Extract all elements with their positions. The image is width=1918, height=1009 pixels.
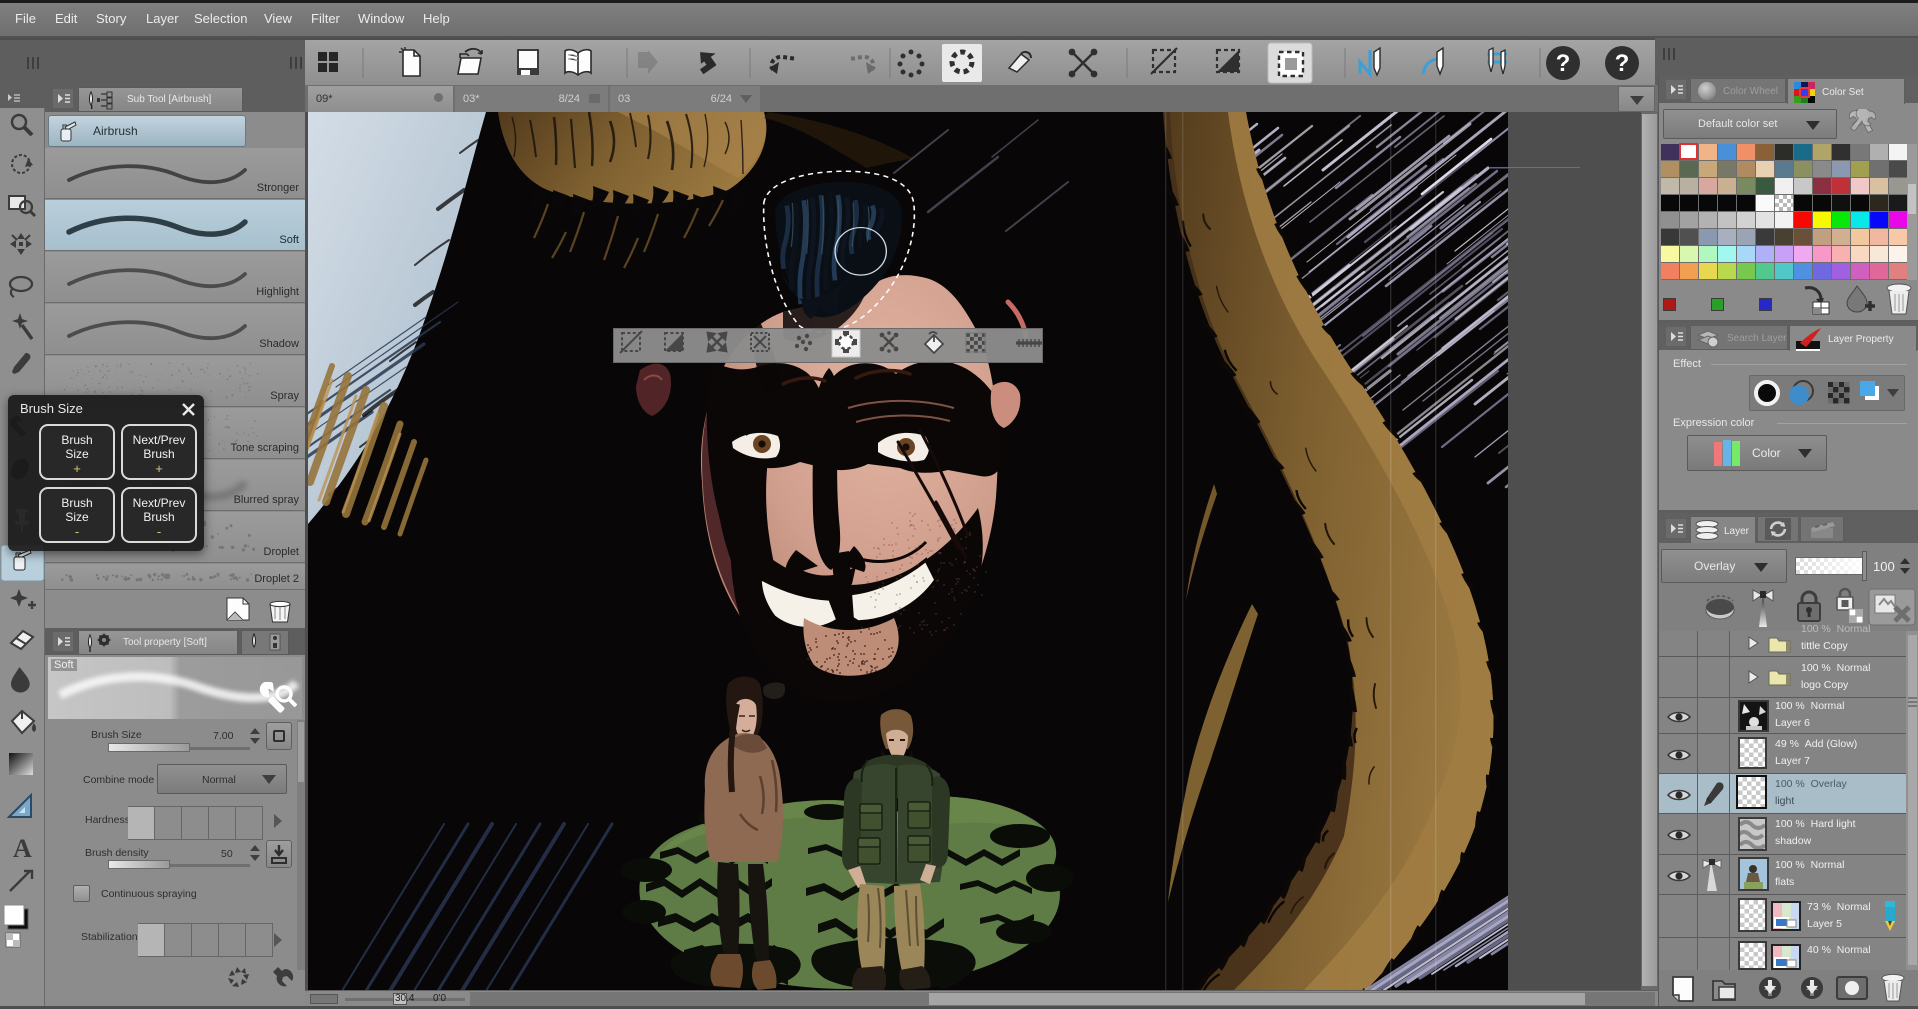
svg-text:?: ?	[1615, 50, 1630, 77]
svg-text:A: A	[13, 834, 32, 863]
svg-text:?: ?	[1556, 50, 1571, 77]
